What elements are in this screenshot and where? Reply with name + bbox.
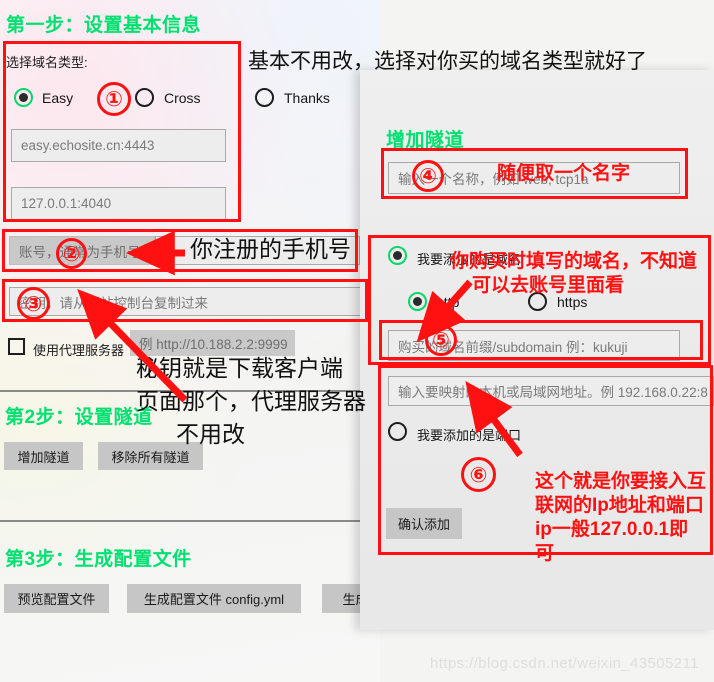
screenshot-root: 第一步：设置基本信息 选择域名类型: Easy Cross Thanks eas… [0,0,714,682]
annotation-arrows [77,230,523,458]
csdn-watermark: https://blog.csdn.net/weixin_43505211 [430,655,699,672]
